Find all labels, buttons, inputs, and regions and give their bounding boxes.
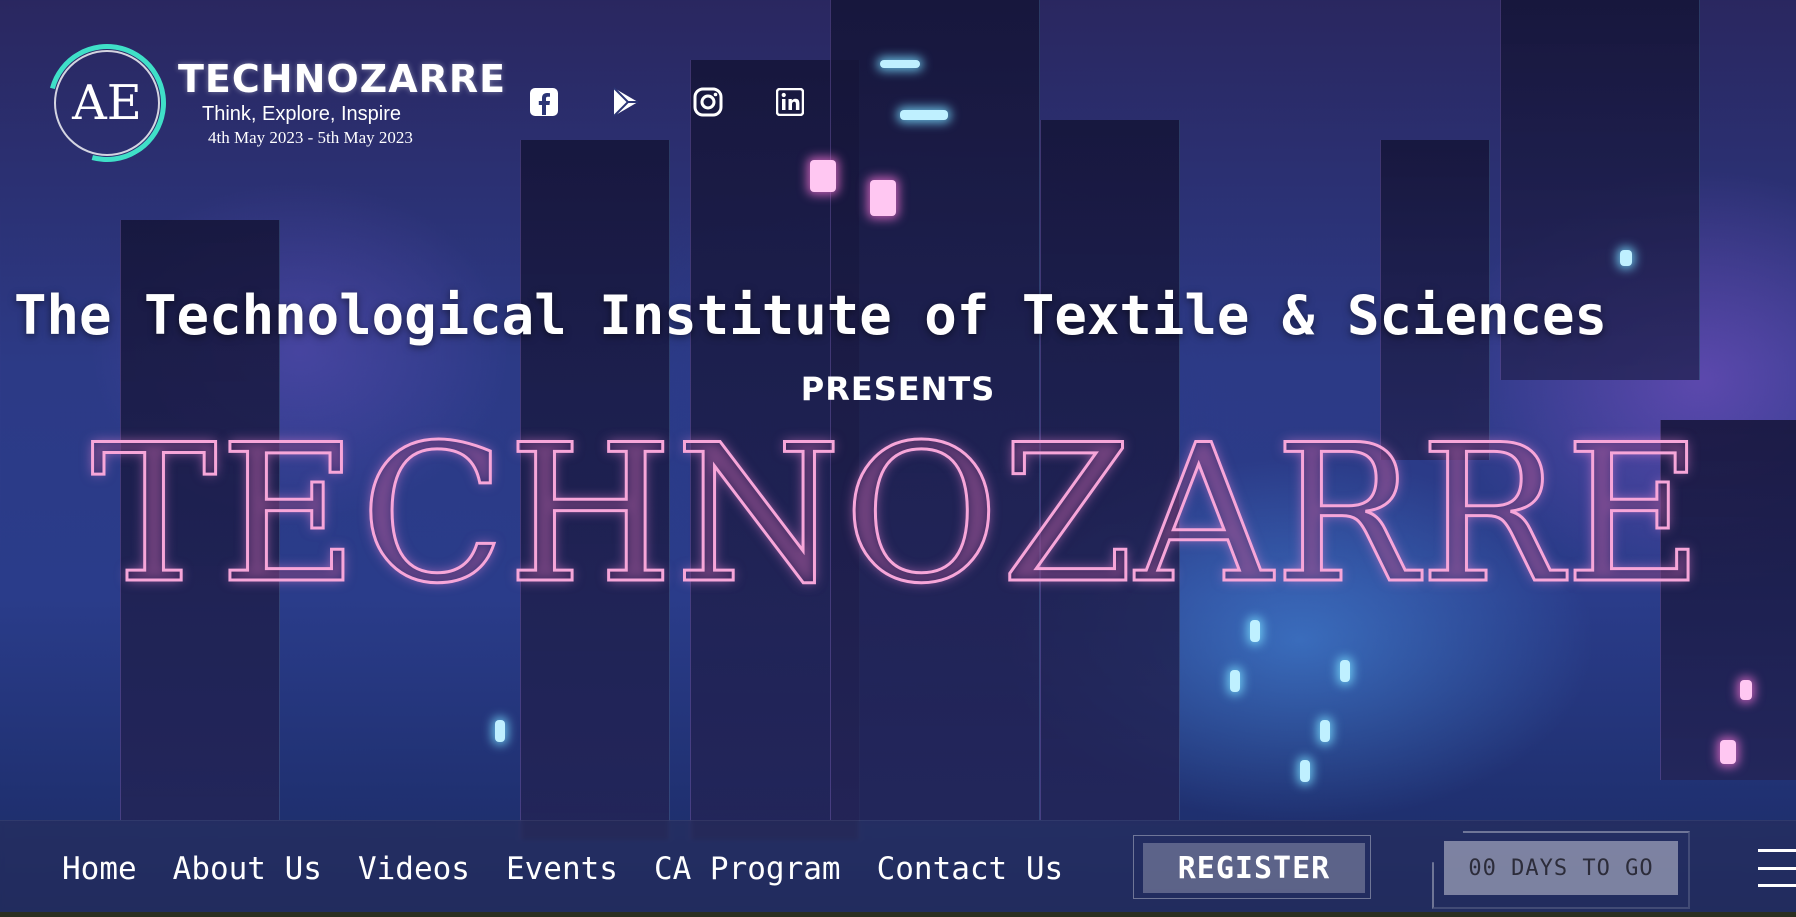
nav-videos[interactable]: Videos xyxy=(358,851,470,887)
presents-label: PRESENTS xyxy=(800,370,996,408)
page-bottom-strip xyxy=(0,912,1796,917)
logo-mark: AE xyxy=(26,22,188,184)
instagram-icon[interactable] xyxy=(692,86,724,118)
register-button[interactable]: REGISTER xyxy=(1143,843,1365,893)
nav-contact-us[interactable]: Contact Us xyxy=(877,851,1064,887)
play-store-icon[interactable] xyxy=(610,86,642,118)
nav-about-us[interactable]: About Us xyxy=(173,851,322,887)
brand-text: TECHNOZARRE Think, Explore, Inspire 4th … xyxy=(178,57,506,148)
brand-tagline: Think, Explore, Inspire xyxy=(202,102,401,125)
event-title: TECHNOZARRE xyxy=(89,404,1706,625)
social-links xyxy=(528,86,806,118)
main-nav: Home About Us Videos Events CA Program C… xyxy=(62,851,1099,887)
logo-monogram: AE xyxy=(54,50,160,156)
institute-name: The Technological Institute of Textile &… xyxy=(14,284,1608,347)
countdown-badge: 00 DAYS TO GO xyxy=(1444,841,1678,895)
event-dates: 4th May 2023 - 5th May 2023 xyxy=(208,127,413,147)
brand-logo[interactable]: AE TECHNOZARRE Think, Explore, Inspire 4… xyxy=(26,22,506,184)
facebook-icon[interactable] xyxy=(528,86,560,118)
nav-home[interactable]: Home xyxy=(62,851,137,887)
linkedin-icon[interactable] xyxy=(774,86,806,118)
hamburger-menu-icon[interactable] xyxy=(1758,847,1796,889)
nav-events[interactable]: Events xyxy=(506,851,618,887)
nav-ca-program[interactable]: CA Program xyxy=(654,851,841,887)
bottom-navbar: Home About Us Videos Events CA Program C… xyxy=(0,820,1796,917)
brand-title: TECHNOZARRE xyxy=(178,56,507,101)
